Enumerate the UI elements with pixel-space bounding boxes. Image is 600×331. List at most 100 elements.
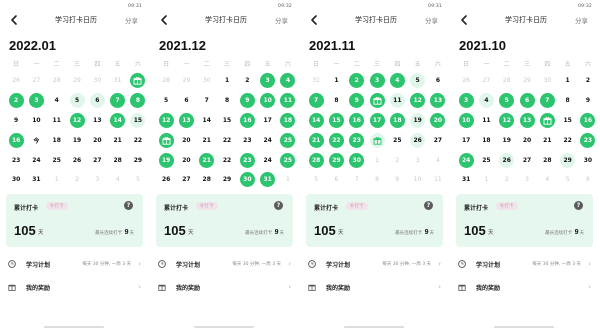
calendar-day[interactable]: 7: [107, 91, 127, 111]
calendar-day[interactable]: 22: [557, 130, 577, 150]
calendar-day[interactable]: 19: [407, 111, 427, 131]
calendar-day[interactable]: 8: [557, 91, 577, 111]
calendar-day[interactable]: 24: [456, 150, 476, 170]
calendar-day[interactable]: 1: [557, 71, 577, 91]
calendar-day[interactable]: 25: [387, 130, 407, 150]
calendar-day[interactable]: 22: [326, 130, 346, 150]
calendar-day[interactable]: 3: [26, 91, 46, 111]
chevron-left-icon[interactable]: [458, 14, 470, 26]
calendar-day[interactable]: 20: [176, 150, 196, 170]
calendar-day[interactable]: 27: [26, 71, 46, 91]
calendar-day[interactable]: 7: [537, 91, 557, 111]
calendar-day[interactable]: 5: [407, 71, 427, 91]
calendar-day[interactable]: 2: [67, 170, 87, 190]
calendar-day[interactable]: 22: [128, 130, 148, 150]
calendar-day[interactable]: 5: [557, 170, 577, 190]
calendar-day[interactable]: 4: [278, 71, 298, 91]
calendar-day[interactable]: 5: [156, 91, 176, 111]
calendar-day[interactable]: 27: [517, 150, 537, 170]
calendar-day[interactable]: 17: [257, 111, 277, 131]
calendar-day[interactable]: 4: [537, 170, 557, 190]
calendar-day[interactable]: 2: [387, 150, 407, 170]
calendar-day[interactable]: 23: [6, 150, 26, 170]
calendar-day[interactable]: 23: [237, 130, 257, 150]
calendar-day[interactable]: 24: [257, 150, 277, 170]
study-plan-row[interactable]: 学习计划 每天 30 分钟, 一周 3 天 ›: [156, 257, 293, 271]
calendar-day-gift[interactable]: [537, 111, 557, 131]
calendar-day[interactable]: 5: [67, 91, 87, 111]
calendar-day-gift[interactable]: [156, 130, 176, 150]
calendar-day[interactable]: 26: [6, 71, 26, 91]
chevron-left-icon[interactable]: [8, 14, 20, 26]
calendar-day[interactable]: 13: [517, 111, 537, 131]
calendar-day[interactable]: 25: [476, 150, 496, 170]
calendar-day[interactable]: 9: [578, 91, 598, 111]
calendar-day[interactable]: 25: [278, 150, 298, 170]
makeup-checkin-button[interactable]: 补打卡: [346, 202, 368, 210]
calendar-day[interactable]: 19: [497, 130, 517, 150]
calendar-day[interactable]: 10: [407, 170, 427, 190]
calendar-day[interactable]: 6: [428, 71, 448, 91]
calendar-day[interactable]: 15: [128, 111, 148, 131]
calendar-day[interactable]: 6: [517, 91, 537, 111]
calendar-day[interactable]: 23: [347, 130, 367, 150]
calendar-day[interactable]: 9: [347, 91, 367, 111]
calendar-day[interactable]: 29: [557, 150, 577, 170]
calendar-day[interactable]: 19: [156, 150, 176, 170]
my-rewards-row[interactable]: 我的奖励 ›: [456, 280, 593, 294]
calendar-day[interactable]: 11: [387, 91, 407, 111]
calendar-day[interactable]: 23: [237, 150, 257, 170]
calendar-day[interactable]: 8: [217, 91, 237, 111]
calendar-day[interactable]: 4: [107, 170, 127, 190]
calendar-day-gift[interactable]: [367, 91, 387, 111]
calendar-day[interactable]: 29: [217, 170, 237, 190]
calendar-day[interactable]: 10: [26, 111, 46, 131]
calendar-day[interactable]: 2: [237, 71, 257, 91]
calendar-day[interactable]: 3: [257, 71, 277, 91]
calendar-day[interactable]: 28: [197, 170, 217, 190]
calendar-day[interactable]: 4: [47, 91, 67, 111]
calendar-day[interactable]: 30: [537, 71, 557, 91]
calendar-day[interactable]: 17: [456, 130, 476, 150]
calendar-day[interactable]: 6: [87, 91, 107, 111]
calendar-day[interactable]: 11: [278, 91, 298, 111]
calendar-day[interactable]: 14: [306, 111, 326, 131]
calendar-day[interactable]: 11: [47, 111, 67, 131]
calendar-day[interactable]: 31: [257, 170, 277, 190]
calendar-day[interactable]: 20: [428, 111, 448, 131]
calendar-day[interactable]: 7: [306, 91, 326, 111]
calendar-day[interactable]: 4: [387, 71, 407, 91]
calendar-day[interactable]: 8: [326, 91, 346, 111]
calendar-day[interactable]: 30: [6, 170, 26, 190]
calendar-day[interactable]: 25: [47, 150, 67, 170]
calendar-day[interactable]: 13: [176, 111, 196, 131]
calendar-day[interactable]: 28: [306, 150, 326, 170]
calendar-day[interactable]: 31: [107, 71, 127, 91]
calendar-day[interactable]: 3: [407, 150, 427, 170]
calendar-day[interactable]: 3: [367, 71, 387, 91]
share-button[interactable]: 分享: [425, 15, 438, 25]
calendar-day[interactable]: 5: [128, 170, 148, 190]
calendar-day[interactable]: 21: [197, 130, 217, 150]
calendar-day[interactable]: 5: [306, 170, 326, 190]
help-icon[interactable]: ?: [574, 201, 583, 210]
calendar-day[interactable]: 3: [456, 91, 476, 111]
calendar-day[interactable]: 2: [347, 71, 367, 91]
calendar-day[interactable]: 27: [87, 150, 107, 170]
calendar-day[interactable]: 1: [476, 170, 496, 190]
calendar-day[interactable]: 28: [156, 71, 176, 91]
calendar-day[interactable]: 20: [517, 130, 537, 150]
calendar-day[interactable]: 30: [237, 170, 257, 190]
calendar-day[interactable]: 26: [497, 150, 517, 170]
calendar-day[interactable]: 16: [578, 111, 598, 131]
calendar-day[interactable]: 31: [306, 71, 326, 91]
calendar-day[interactable]: 29: [128, 150, 148, 170]
calendar-day[interactable]: 15: [557, 111, 577, 131]
calendar-day[interactable]: 21: [197, 150, 217, 170]
calendar-day[interactable]: 1: [326, 71, 346, 91]
calendar-day[interactable]: 16: [347, 111, 367, 131]
calendar-day[interactable]: 23: [578, 130, 598, 150]
calendar-day[interactable]: 26: [456, 71, 476, 91]
calendar-day[interactable]: 6: [326, 170, 346, 190]
calendar-day[interactable]: 3: [517, 170, 537, 190]
